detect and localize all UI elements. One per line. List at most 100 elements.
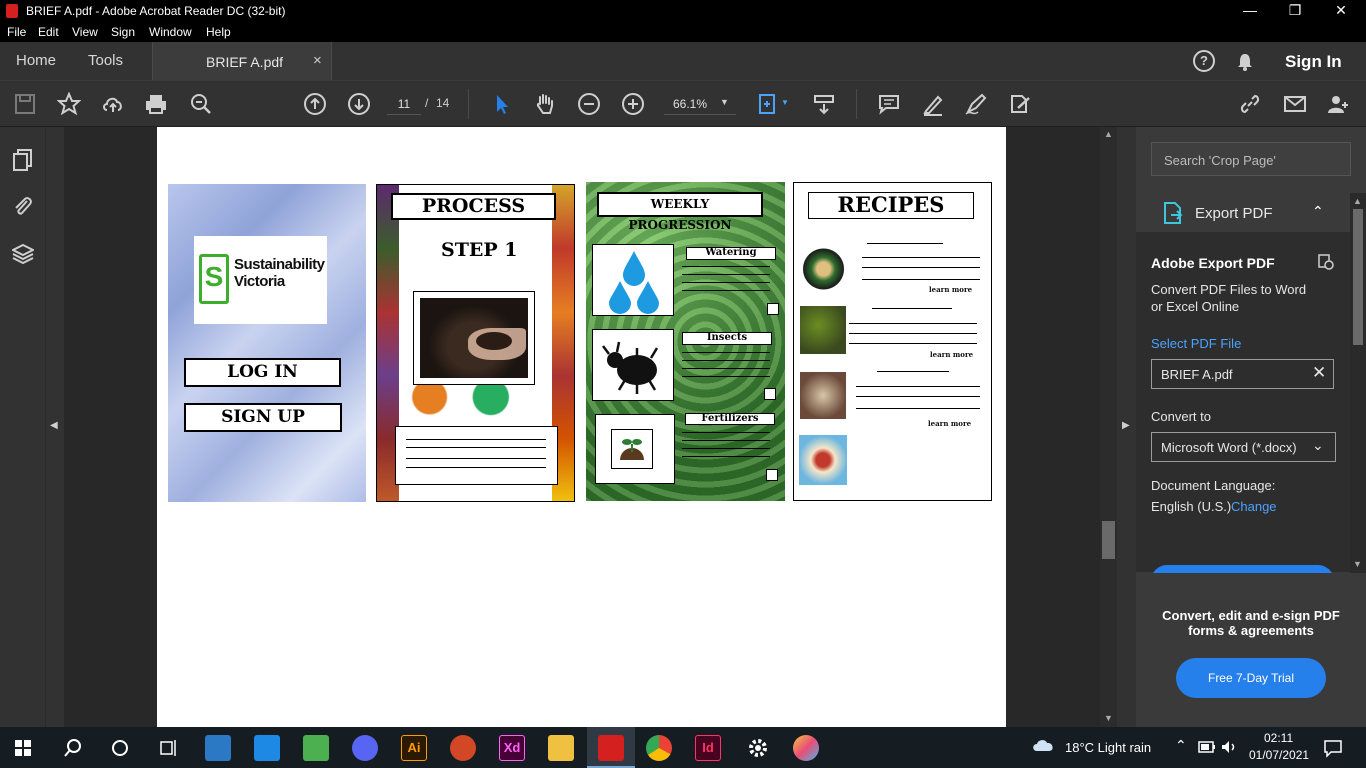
file-explorer-icon[interactable]: [548, 735, 574, 761]
recipe-image-2: [800, 306, 846, 354]
fill-sign-icon[interactable]: [964, 92, 988, 116]
left-pane-toggle[interactable]: ◀: [46, 127, 64, 727]
select-cursor-icon[interactable]: [490, 92, 514, 116]
login-screen-panel: S Sustainability Victoria LOG IN SIGN UP: [168, 184, 366, 502]
menu-view[interactable]: View: [72, 25, 98, 39]
export-info-icon[interactable]: [1318, 254, 1334, 270]
menu-edit[interactable]: Edit: [38, 25, 59, 39]
tab-tools[interactable]: Tools: [88, 52, 123, 69]
paint-app-icon[interactable]: [793, 735, 819, 761]
zoom-in-icon[interactable]: [621, 92, 645, 116]
pane-scroll-up-icon[interactable]: ▲: [1353, 196, 1362, 206]
fit-chevron-icon[interactable]: ▼: [781, 98, 789, 107]
task-view-icon[interactable]: [158, 738, 178, 758]
hand-tool-icon[interactable]: [533, 92, 557, 116]
notepad-app-icon[interactable]: [303, 735, 329, 761]
pane-scroll-thumb[interactable]: [1353, 209, 1363, 345]
print-icon[interactable]: [144, 92, 168, 116]
battery-icon[interactable]: [1198, 741, 1216, 753]
step-label: STEP 1: [441, 239, 518, 261]
search-icon[interactable]: [63, 738, 83, 758]
scroll-up-icon[interactable]: ▲: [1104, 129, 1113, 139]
volume-icon[interactable]: [1221, 740, 1237, 754]
menu-file[interactable]: File: [7, 25, 26, 39]
windows-taskbar: Ai Xd Id 18°C Light rain ⌃ 02:11 01/07/2…: [0, 727, 1366, 768]
watering-checkbox: [767, 303, 779, 315]
left-navigation-rail: [0, 127, 46, 727]
scroll-mode-icon[interactable]: [812, 92, 836, 116]
menu-help[interactable]: Help: [206, 25, 231, 39]
soil-image-frame: [413, 291, 535, 385]
edit-pdf-icon[interactable]: [1008, 92, 1032, 116]
fit-page-icon[interactable]: [756, 92, 780, 116]
microsoft-store-icon[interactable]: [205, 735, 231, 761]
acrobat-taskbar-button[interactable]: [587, 727, 635, 768]
export-heading: Adobe Export PDF: [1151, 255, 1275, 271]
menu-sign[interactable]: Sign: [111, 25, 135, 39]
settings-gear-icon[interactable]: [746, 736, 770, 760]
discord-icon[interactable]: [352, 735, 378, 761]
page-number-input[interactable]: 11: [387, 93, 421, 115]
zoom-select[interactable]: 66.1% ▼: [664, 93, 736, 115]
cortana-icon[interactable]: [110, 738, 130, 758]
close-tab-icon[interactable]: ×: [313, 52, 322, 69]
recipe-1-learn-more: learn more: [929, 285, 973, 294]
sign-in-button[interactable]: Sign In: [1285, 52, 1342, 72]
scrollbar-thumb[interactable]: [1102, 521, 1115, 559]
selected-file-field[interactable]: BRIEF A.pdf ✕: [1151, 359, 1334, 389]
next-page-icon[interactable]: [347, 92, 371, 116]
chrome-icon[interactable]: [646, 735, 672, 761]
windows-start-icon[interactable]: [15, 740, 31, 756]
page-thumbnails-icon[interactable]: [13, 149, 33, 171]
change-language-link[interactable]: Change: [1231, 499, 1277, 514]
convert-to-select[interactable]: Microsoft Word (*.docx) ⌄: [1151, 432, 1336, 462]
mail-icon[interactable]: [254, 735, 280, 761]
tab-home[interactable]: Home: [16, 52, 56, 69]
upload-cloud-icon[interactable]: [101, 92, 125, 116]
save-icon[interactable]: [13, 92, 37, 116]
highlight-pen-icon[interactable]: [921, 92, 945, 116]
zoom-search-icon[interactable]: [189, 92, 213, 116]
search-tools-input[interactable]: Search 'Crop Page': [1151, 142, 1351, 176]
close-window-button[interactable]: ✕: [1318, 2, 1364, 19]
water-drops-icon: [609, 251, 659, 314]
pane-scroll-down-icon[interactable]: ▼: [1353, 559, 1362, 569]
comment-icon[interactable]: [877, 92, 901, 116]
title-bar: BRIEF A.pdf - Adobe Acrobat Reader DC (3…: [0, 0, 1366, 22]
email-icon[interactable]: [1283, 92, 1307, 116]
menu-window[interactable]: Window: [149, 25, 192, 39]
help-icon[interactable]: ?: [1193, 50, 1215, 72]
scroll-down-icon[interactable]: ▼: [1104, 713, 1113, 723]
adobe-xd-icon[interactable]: Xd: [499, 735, 525, 761]
process-title: PROCESS: [391, 193, 556, 220]
pane-scrollbar[interactable]: ▲ ▼: [1350, 193, 1366, 573]
powerpoint-icon[interactable]: [450, 735, 476, 761]
fertilizer-icon-frame: [611, 429, 653, 469]
export-pdf-header[interactable]: Export PDF ⌃: [1136, 193, 1350, 231]
previous-page-icon[interactable]: [303, 92, 327, 116]
vertical-scrollbar[interactable]: ▲ ▼: [1100, 127, 1117, 727]
share-link-icon[interactable]: [1238, 92, 1262, 116]
tray-chevron-icon[interactable]: ⌃: [1175, 737, 1187, 754]
clock-time[interactable]: 02:11: [1264, 731, 1293, 745]
indesign-icon[interactable]: Id: [695, 735, 721, 761]
chevron-down-icon: ▼: [720, 97, 729, 107]
clear-file-icon[interactable]: ✕: [1312, 363, 1326, 383]
add-user-icon[interactable]: [1326, 92, 1350, 116]
right-pane-toggle[interactable]: ▶: [1117, 127, 1136, 727]
weather-text[interactable]: 18°C Light rain: [1065, 740, 1151, 755]
bell-icon[interactable]: [1236, 52, 1254, 72]
menu-bar: File Edit View Sign Window Help: [0, 22, 1366, 42]
star-icon[interactable]: [57, 92, 81, 116]
illustrator-icon[interactable]: Ai: [401, 735, 427, 761]
zoom-out-icon[interactable]: [577, 92, 601, 116]
tab-document[interactable]: BRIEF A.pdf ×: [152, 42, 332, 80]
layers-icon[interactable]: [12, 243, 34, 265]
attachment-icon[interactable]: [13, 195, 33, 217]
signup-button: SIGN UP: [184, 403, 342, 432]
minimize-button[interactable]: —: [1227, 2, 1273, 18]
restore-button[interactable]: ❐: [1272, 2, 1318, 19]
free-trial-button[interactable]: Free 7-Day Trial: [1176, 658, 1326, 698]
clock-date[interactable]: 01/07/2021: [1249, 748, 1309, 762]
notifications-icon[interactable]: [1323, 738, 1343, 758]
